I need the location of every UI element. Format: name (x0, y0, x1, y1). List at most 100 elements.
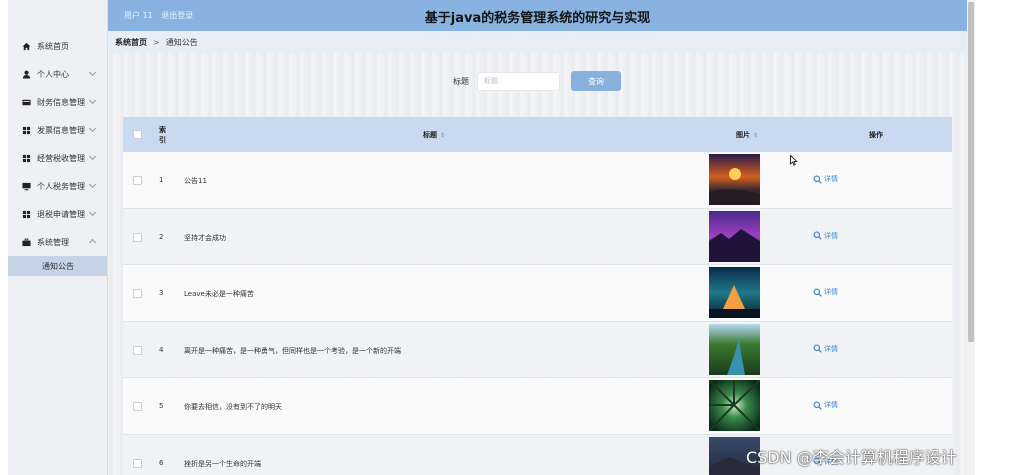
table-header: 索引 标题 ⇕ 图片 ⇕ 操作 (123, 117, 952, 152)
row-title: 你要去相信，没有到不了的明天 (184, 403, 282, 411)
sidebar-item-refund[interactable]: 退税申请管理 (8, 200, 107, 228)
row-title: 坚持才会成功 (184, 233, 226, 242)
detail-label: 详情 (824, 175, 838, 183)
column-index: 索引 (159, 126, 166, 144)
detail-button[interactable]: 详情 (813, 344, 838, 354)
top-header: 用户 11 退出登录 基于java的税务管理系统的研究与实现 (108, 0, 967, 31)
column-title-label: 标题 (423, 131, 437, 139)
chevron-up-icon (88, 238, 97, 247)
chevron-down-icon (88, 96, 97, 105)
home-icon (22, 42, 31, 51)
app-title: 基于java的税务管理系统的研究与实现 (424, 11, 651, 26)
select-all-checkbox[interactable] (133, 130, 142, 139)
sidebar-item-label: 经营税收管理 (37, 153, 85, 163)
detail-button[interactable]: 详情 (813, 400, 838, 410)
table-row: 4 离开是一种痛苦，是一种勇气，但同样也是一个考验，是一个新的开端 详情 (123, 321, 952, 378)
scrollbar-thumb[interactable] (968, 2, 974, 342)
notice-thumbnail (709, 323, 760, 375)
row-index: 2 (159, 232, 164, 241)
detail-button[interactable]: 详情 (813, 231, 838, 241)
column-action: 操作 (869, 131, 883, 139)
grid-icon (22, 210, 31, 219)
column-image[interactable]: 图片 ⇕ (736, 130, 758, 140)
search-icon (813, 231, 822, 240)
row-checkbox[interactable] (133, 458, 142, 468)
row-checkbox[interactable] (133, 345, 142, 355)
detail-label: 详情 (824, 288, 838, 296)
detail-label: 详情 (824, 231, 838, 240)
query-button[interactable]: 查询 (571, 71, 621, 91)
breadcrumb-separator: > (153, 37, 160, 47)
column-title[interactable]: 标题 ⇕ (423, 130, 445, 140)
search-label: 标题 (453, 76, 469, 86)
chevron-down-icon (88, 124, 97, 133)
sidebar-subitem-notice[interactable]: 通知公告 (8, 256, 107, 276)
main-content: 标题 查询 索引 标题⇕ 图片⇕ 操作 1 公告11 (108, 53, 967, 475)
row-index: 5 (159, 402, 164, 410)
grid-icon (22, 154, 31, 163)
column-image-label: 图片 (736, 131, 750, 139)
sort-icon: ⇕ (440, 132, 446, 139)
briefcase-icon (22, 238, 31, 247)
search-icon (813, 287, 822, 297)
chevron-down-icon (88, 68, 97, 77)
breadcrumb: 系统首页 > 通知公告 (108, 31, 967, 53)
detail-button[interactable]: 详情 (813, 174, 838, 184)
watermark: CSDN @李会计算机程序设计 (746, 448, 957, 467)
search-icon (813, 400, 822, 410)
notice-thumbnail (709, 210, 760, 262)
sidebar-subitem-label: 通知公告 (42, 261, 74, 271)
row-checkbox[interactable] (133, 402, 142, 411)
sidebar-item-label: 系统管理 (37, 237, 69, 247)
app-root: 系统首页 个人中心 财务信息管理 发票信息管理 经营税收管理 个人税务管理 退税… (0, 0, 1014, 475)
table-body: 1 公告11 详情 2 坚持才会成功 详情 3 Leave未必是一种痛苦 详情 … (123, 152, 952, 475)
notice-thumbnail (709, 380, 760, 431)
row-index: 1 (159, 176, 164, 184)
row-index: 6 (159, 458, 164, 467)
sidebar-item-personal-center[interactable]: 个人中心 (8, 60, 107, 88)
sidebar-item-home[interactable]: 系统首页 (8, 32, 107, 60)
notice-thumbnail (709, 154, 760, 205)
breadcrumb-home[interactable]: 系统首页 (115, 37, 147, 48)
detail-label: 详情 (824, 401, 838, 409)
sidebar-item-label: 退税申请管理 (37, 209, 85, 219)
table-row: 5 你要去相信，没有到不了的明天 详情 (123, 378, 952, 435)
sidebar-item-system[interactable]: 系统管理 (8, 228, 107, 256)
chevron-down-icon (88, 152, 97, 161)
page-scrollbar[interactable] (967, 0, 975, 475)
detail-button[interactable]: 详情 (813, 287, 838, 297)
monitor-icon (22, 182, 31, 191)
notice-thumbnail (709, 267, 760, 318)
row-title: 挫折是另一个生命的开端 (184, 459, 261, 468)
row-checkbox[interactable] (133, 176, 142, 185)
mouse-cursor-icon (790, 155, 798, 166)
table-row: 3 Leave未必是一种痛苦 详情 (123, 265, 952, 322)
sidebar: 系统首页 个人中心 财务信息管理 发票信息管理 经营税收管理 个人税务管理 退税… (8, 0, 108, 475)
sidebar-item-label: 个人中心 (37, 69, 69, 79)
sidebar-item-business-tax[interactable]: 经营税收管理 (8, 144, 107, 172)
row-checkbox[interactable] (133, 289, 142, 298)
search-icon (813, 174, 822, 184)
detail-label: 详情 (824, 344, 838, 353)
user-icon (22, 70, 31, 79)
grid-icon (22, 126, 31, 135)
sidebar-item-invoice[interactable]: 发票信息管理 (8, 116, 107, 144)
sort-icon: ⇕ (753, 132, 759, 139)
sidebar-item-label: 财务信息管理 (37, 97, 85, 107)
notice-table: 索引 标题 ⇕ 图片 ⇕ 操作 1 公告11 详情 2 坚持才会成功 详情 3 … (123, 117, 952, 475)
sidebar-item-label: 个人税务管理 (37, 181, 85, 191)
sidebar-item-label: 系统首页 (37, 41, 69, 51)
search-bar: 标题 查询 (453, 71, 621, 91)
card-icon (22, 98, 31, 107)
sidebar-item-personal-tax[interactable]: 个人税务管理 (8, 172, 107, 200)
chevron-down-icon (88, 208, 97, 217)
sidebar-item-finance[interactable]: 财务信息管理 (8, 88, 107, 116)
table-row: 2 坚持才会成功 详情 (123, 208, 952, 265)
breadcrumb-current: 通知公告 (165, 37, 198, 47)
row-title: 公告11 (184, 177, 207, 185)
title-search-input[interactable] (477, 71, 560, 91)
sidebar-item-label: 发票信息管理 (37, 125, 85, 135)
row-index: 4 (159, 345, 164, 354)
row-checkbox[interactable] (133, 232, 142, 242)
